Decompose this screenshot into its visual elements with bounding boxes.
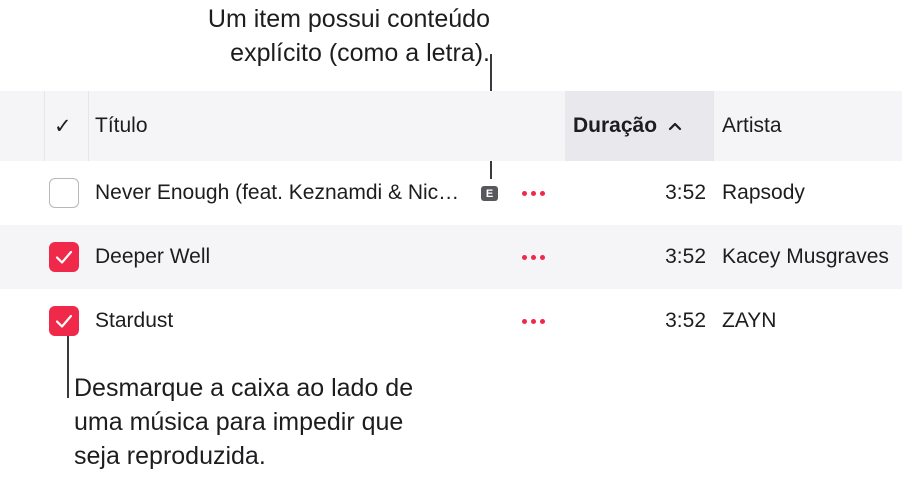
checkbox-callout: Desmarque a caixa ao lado de uma música … [74,371,413,473]
more-options-button[interactable] [522,161,545,225]
explicit-callout: Um item possui conteúdo explícito (como … [208,2,490,70]
callout-text: uma música para impedir que [74,408,404,436]
table-row[interactable]: Deeper Well 3:52 Kacey Musgraves [0,225,902,289]
row-checkbox[interactable] [49,242,79,272]
song-title: Never Enough (feat. Keznamdi & Nic… [95,181,460,204]
chevron-up-icon [668,122,682,131]
song-artist: ZAYN [722,309,777,332]
column-divider [713,91,714,161]
table-header: ✓ Título Duração Artista [0,91,902,161]
callout-text: Um item possui conteúdo [207,5,490,33]
callout-leader-line [67,336,69,398]
song-artist: Rapsody [722,181,805,204]
callout-text: explícito (como a letra). [230,39,490,67]
explicit-badge: E [481,186,498,201]
row-checkbox[interactable] [49,306,79,336]
table-row[interactable]: Never Enough (feat. Keznamdi & Nic… E 3:… [0,161,902,225]
more-options-button[interactable] [522,225,545,289]
song-duration: 3:52 [665,245,706,268]
column-divider [88,91,89,161]
table-row[interactable]: Stardust 3:52 ZAYN [0,289,902,353]
song-table: ✓ Título Duração Artista Never Enough (f… [0,91,902,353]
header-title[interactable]: Título [95,91,148,161]
header-duration[interactable]: Duração [565,91,713,161]
checkmark-icon [55,314,73,328]
song-title: Stardust [95,309,174,332]
callout-text: Desmarque a caixa ao lado de [74,374,414,402]
header-check[interactable]: ✓ [54,91,72,161]
song-duration: 3:52 [665,181,706,204]
callout-text: seja reproduzida. [74,442,266,470]
checkmark-icon [55,250,73,264]
row-checkbox[interactable] [49,178,79,208]
more-options-button[interactable] [522,289,545,353]
song-duration: 3:52 [665,309,706,332]
column-divider [44,91,45,161]
song-artist: Kacey Musgraves [722,245,889,268]
header-duration-label: Duração [573,114,658,137]
header-artist[interactable]: Artista [722,91,782,161]
song-title: Deeper Well [95,245,211,268]
